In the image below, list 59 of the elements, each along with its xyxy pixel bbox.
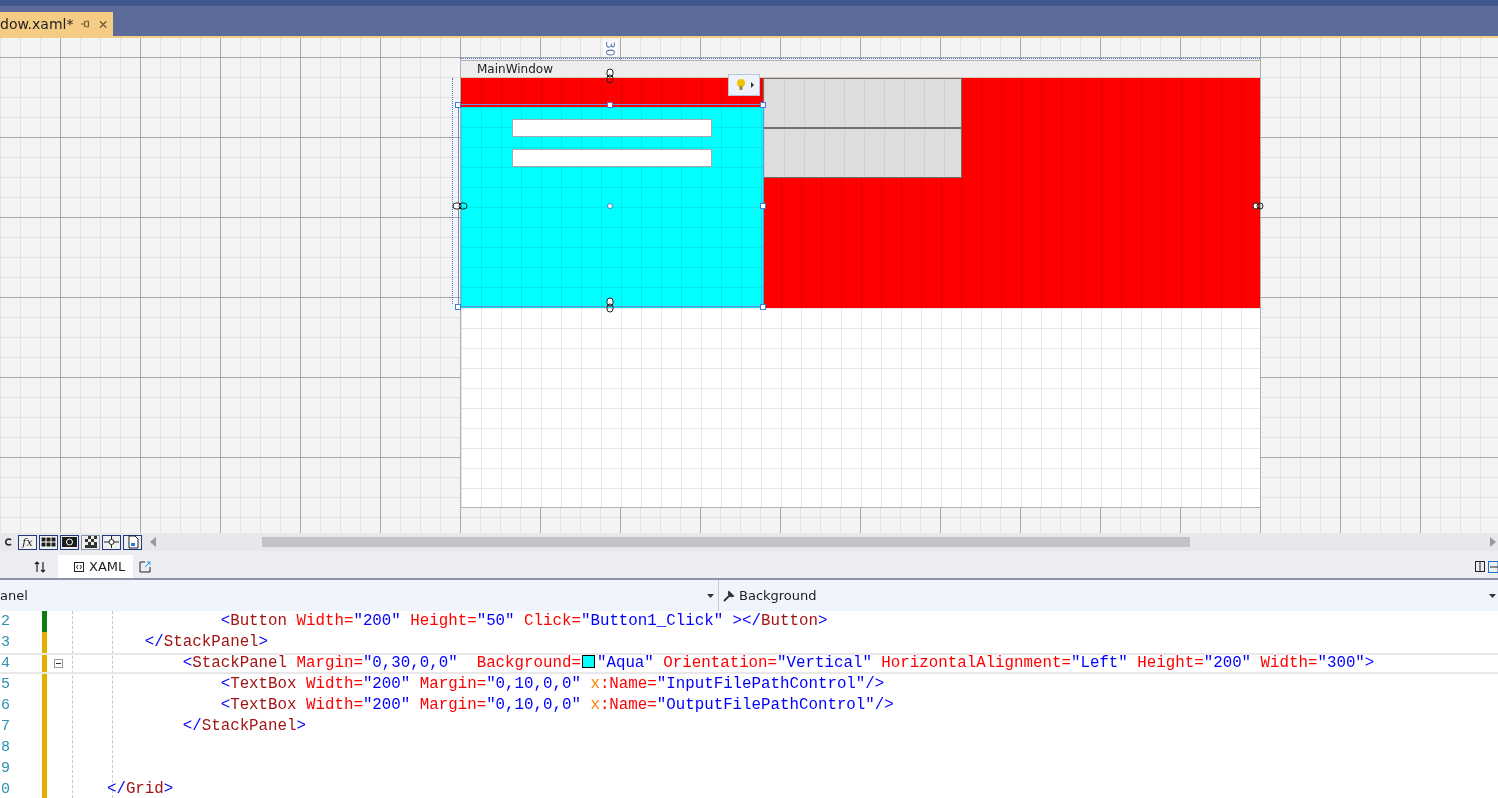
chain-icon[interactable] (452, 202, 468, 210)
quick-actions-button[interactable] (728, 74, 760, 96)
chain-icon[interactable] (606, 68, 614, 84)
resize-handle[interactable] (760, 102, 766, 108)
line-number: 3 (1, 634, 11, 651)
close-icon[interactable] (98, 19, 107, 29)
scrollbar-thumb[interactable] (262, 537, 1190, 547)
code-line: </StackPanel> (143, 633, 269, 652)
resize-handle[interactable] (760, 304, 766, 310)
vertical-split-icon[interactable] (1475, 561, 1485, 572)
snap-grid-button[interactable] (60, 534, 79, 550)
horizontal-split-icon[interactable] (1488, 560, 1498, 573)
collapse-icon[interactable] (53, 659, 63, 668)
line-number: 9 (1, 760, 11, 777)
margin-ruler-label: 30 (603, 41, 617, 57)
popout-icon[interactable] (139, 560, 152, 573)
text-box[interactable] (512, 149, 712, 167)
scroll-right-icon[interactable] (1490, 537, 1496, 547)
line-number: 5 (1, 676, 11, 693)
document-tab[interactable]: dow.xaml* (0, 12, 113, 36)
code-line: <StackPanel Margin="0,30,0,0" Background= "Aqua" Orientation="Vertical" HorizontalAlignment="Left" Height="200" Width="300"> (181, 654, 1375, 673)
window-title: MainWindow (461, 61, 1260, 78)
center-handle[interactable] (607, 203, 613, 209)
dropdown-arrow-icon (1489, 593, 1496, 598)
scroll-left-icon[interactable] (150, 537, 156, 547)
preview-button[interactable] (763, 128, 962, 178)
chain-icon[interactable] (606, 297, 614, 313)
code-editor[interactable] (0, 611, 1498, 798)
code-line: <Button Width="200" Height="50" Click="Button1_Click" ></Button> (219, 612, 828, 631)
swap-panes-icon[interactable] (34, 560, 46, 573)
refresh-icon[interactable] (4, 537, 12, 547)
resize-handle[interactable] (760, 203, 766, 209)
formula-button[interactable]: fx (18, 534, 37, 550)
dropdown-arrow-icon (707, 593, 714, 598)
chain-icon[interactable] (1252, 202, 1264, 210)
line-number: 7 (1, 718, 11, 735)
line-number: 4 (1, 655, 11, 672)
resize-handle[interactable] (607, 102, 613, 108)
line-number: 0 (1, 781, 11, 798)
pin-icon[interactable] (81, 20, 91, 28)
code-icon (74, 561, 84, 572)
code-line: <TextBox Width="200" Margin="0,10,0,0" x:Name="InputFilePathControl"/> (219, 675, 885, 694)
preview-button[interactable] (763, 78, 962, 128)
snap-lines-button[interactable] (102, 534, 121, 550)
grid-toggle-button[interactable] (39, 534, 58, 550)
code-line: </Grid> (105, 780, 174, 798)
text-box[interactable] (512, 119, 712, 137)
line-number: 6 (1, 697, 11, 714)
wrench-icon (723, 589, 735, 602)
checkerboard-button[interactable] (81, 534, 100, 550)
resize-handle[interactable] (455, 304, 461, 310)
resize-handle[interactable] (455, 102, 461, 108)
property-dropdown[interactable]: Background (719, 580, 1498, 611)
line-number: 8 (1, 739, 11, 756)
code-line: </StackPanel> (181, 717, 306, 736)
line-number: 2 (1, 613, 11, 630)
code-line: <TextBox Width="200" Margin="0,10,0,0" x:Name="OutputFilePathControl"/> (219, 696, 894, 715)
device-button[interactable] (123, 534, 142, 550)
xaml-tab[interactable]: XAML (58, 555, 134, 578)
